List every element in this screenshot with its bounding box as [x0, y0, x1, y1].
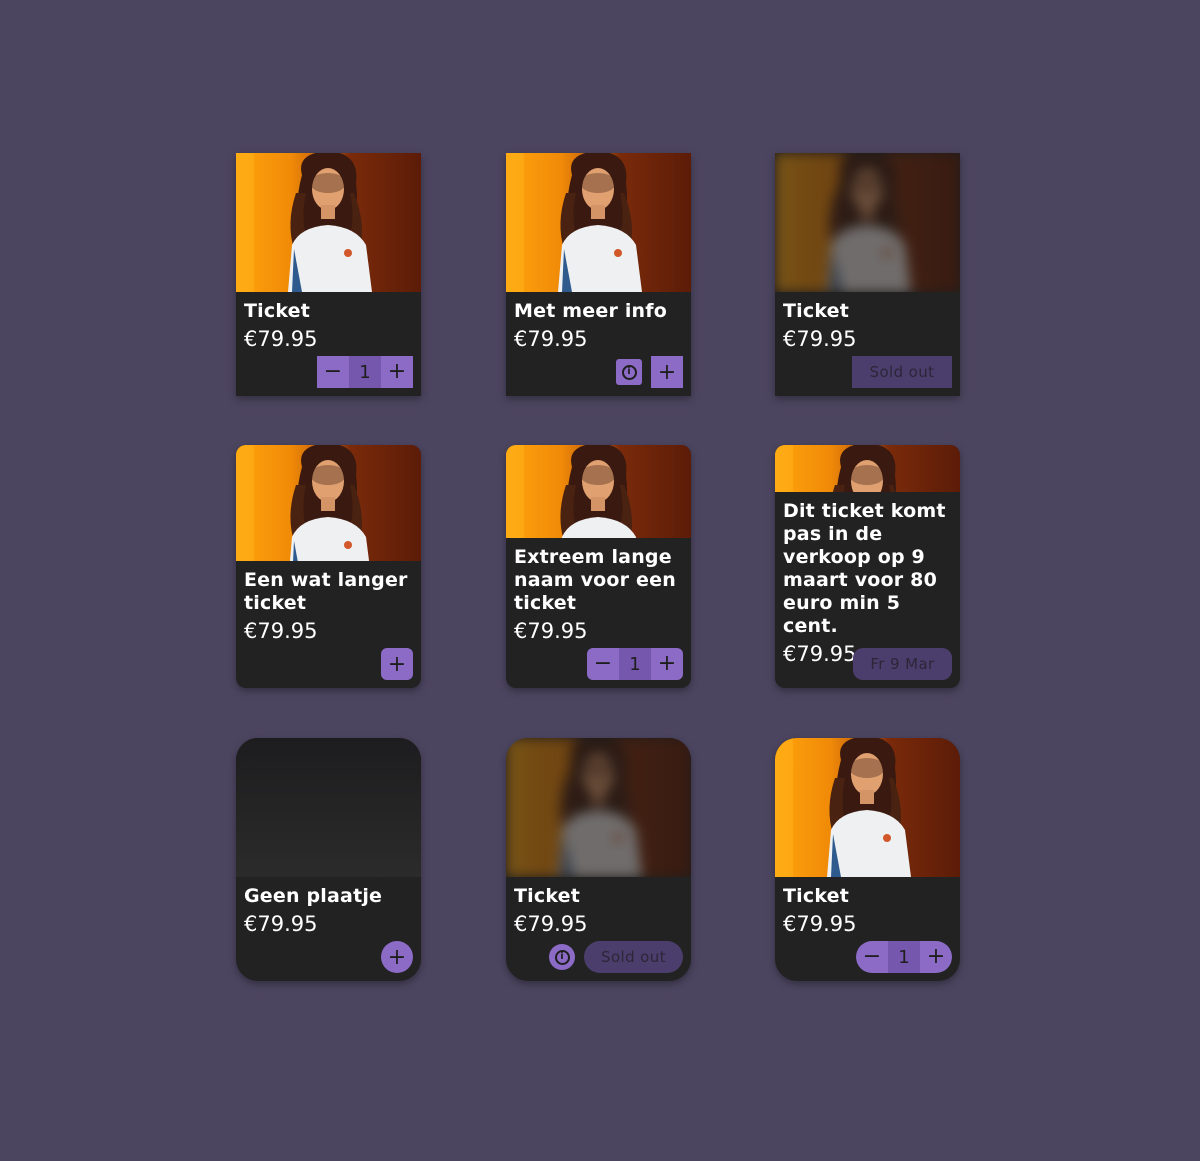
ticket-name: Extreem lange naam voor een ticket	[514, 546, 676, 614]
sale-date-badge: Fr 9 Mar	[853, 648, 952, 680]
quantity-value: 1	[619, 648, 651, 680]
ticket-name: Een wat langer ticket	[244, 569, 408, 614]
ticket-name: Ticket	[244, 300, 311, 322]
ticket-price: €79.95	[783, 912, 857, 936]
info-button[interactable]: i	[549, 944, 575, 970]
ticket-image	[775, 738, 960, 877]
image-placeholder	[236, 738, 421, 877]
quantity-value: 1	[888, 941, 920, 973]
minus-icon[interactable]: −	[856, 941, 888, 973]
plus-icon[interactable]: +	[651, 356, 683, 388]
ticket-name: Ticket	[783, 300, 850, 322]
plus-icon[interactable]: +	[381, 941, 413, 973]
ticket-name: Met meer info	[514, 300, 668, 322]
ticket-card: Ticket €79.95 Sold out	[775, 153, 960, 396]
ticket-name: Ticket	[783, 885, 850, 907]
ticket-price: €79.95	[514, 327, 588, 351]
ticket-price: €79.95	[514, 912, 588, 936]
ticket-price: €79.95	[244, 912, 318, 936]
ticket-image	[506, 153, 691, 292]
ticket-image	[775, 153, 960, 292]
plus-icon[interactable]: +	[920, 941, 952, 973]
info-circle-icon: i	[554, 949, 570, 965]
minus-icon[interactable]: −	[317, 356, 349, 388]
ticket-name: Dit ticket komt pas in de verkoop op 9 m…	[783, 500, 946, 637]
ticket-name: Ticket	[514, 885, 581, 907]
sold-out-badge: Sold out	[852, 356, 952, 388]
ticket-image	[506, 445, 691, 538]
ticket-image	[506, 738, 691, 877]
ticket-card: Ticket €79.95 − 1 +	[775, 738, 960, 981]
ticket-card: Dit ticket komt pas in de verkoop op 9 m…	[775, 445, 960, 688]
plus-icon[interactable]: +	[381, 648, 413, 680]
info-circle-icon: i	[621, 364, 637, 380]
quantity-stepper: − 1 +	[587, 648, 683, 680]
plus-icon[interactable]: +	[651, 648, 683, 680]
ticket-card: Ticket €79.95 i Sold out	[506, 738, 691, 981]
ticket-price: €79.95	[244, 619, 318, 643]
ticket-name: Geen plaatje	[244, 885, 383, 907]
ticket-image	[775, 445, 960, 492]
ticket-card: Geen plaatje €79.95 +	[236, 738, 421, 981]
ticket-price: €79.95	[783, 327, 857, 351]
ticket-price: €79.95	[244, 327, 318, 351]
ticket-image	[236, 153, 421, 292]
sold-out-badge: Sold out	[584, 941, 683, 973]
ticket-price: €79.95	[514, 619, 588, 643]
ticket-card: Met meer info €79.95 i +	[506, 153, 691, 396]
ticket-image	[236, 445, 421, 561]
minus-icon[interactable]: −	[587, 648, 619, 680]
quantity-value: 1	[349, 356, 381, 388]
ticket-card: Extreem lange naam voor een ticket €79.9…	[506, 445, 691, 688]
quantity-stepper: − 1 +	[317, 356, 413, 388]
plus-icon[interactable]: +	[381, 356, 413, 388]
info-button[interactable]: i	[616, 359, 642, 385]
quantity-stepper: − 1 +	[856, 941, 952, 973]
ticket-card: Ticket €79.95 − 1 +	[236, 153, 421, 396]
ticket-card: Een wat langer ticket €79.95 +	[236, 445, 421, 688]
